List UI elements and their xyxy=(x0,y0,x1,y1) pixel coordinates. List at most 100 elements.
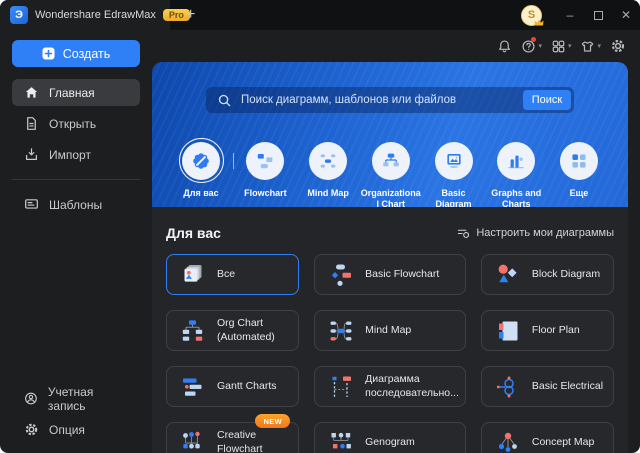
bell-icon xyxy=(499,39,511,52)
chevron-down-icon: ▾ xyxy=(597,43,601,50)
import-icon xyxy=(26,148,37,160)
search-bar[interactable]: Поиск xyxy=(206,87,574,113)
tshirt-icon xyxy=(582,40,594,52)
maximize-icon xyxy=(593,10,603,20)
new-tab-button[interactable]: + xyxy=(186,7,195,23)
gantt-charts-icon xyxy=(183,378,202,396)
category-basic-diagram[interactable]: Basic Diagram xyxy=(423,137,485,207)
flowchart-icon xyxy=(258,153,273,168)
category-flowchart[interactable]: Flowchart xyxy=(234,137,296,199)
sidebar-item-open[interactable]: Открыть xyxy=(12,110,140,137)
section-title: Для вас xyxy=(166,225,221,241)
sidebar: Создать Главная Открыть Импорт Шаблоны У… xyxy=(0,30,152,453)
basic-electrical-icon xyxy=(496,376,514,397)
create-button[interactable]: Создать xyxy=(12,40,140,67)
category-label: Mind Map xyxy=(307,188,349,198)
customize-label: Настроить мои диаграммы xyxy=(476,227,614,239)
apps-menu-button[interactable]: ▾ xyxy=(551,39,572,54)
sidebar-divider xyxy=(12,179,140,180)
app-title: Wondershare EdrawMax xyxy=(35,9,156,21)
mind-map-icon xyxy=(320,153,336,168)
card-basic-electrical[interactable]: Basic Electrical xyxy=(480,366,614,407)
all-templates-icon xyxy=(184,264,202,282)
mind-map-card-icon xyxy=(330,321,352,340)
concept-map-icon xyxy=(498,432,517,452)
bar-chart-icon xyxy=(508,155,524,168)
templates-icon xyxy=(25,199,38,209)
card-label: Genogram xyxy=(365,435,415,448)
card-sequence-diagram[interactable]: Диаграмма последовательно... xyxy=(314,366,466,407)
card-block-diagram[interactable]: Block Diagram xyxy=(480,254,614,295)
notifications-button[interactable] xyxy=(497,39,512,54)
card-label: Concept Map xyxy=(531,435,595,448)
maximize-button[interactable] xyxy=(584,0,612,30)
org-chart-icon xyxy=(383,153,399,166)
sidebar-item-home[interactable]: Главная xyxy=(12,79,140,106)
card-basic-flowchart[interactable]: Basic Flowchart xyxy=(314,254,466,295)
card-all-templates[interactable]: Все xyxy=(166,254,300,295)
category-label: Для вас xyxy=(183,188,219,198)
sidebar-item-account[interactable]: Учетная запись xyxy=(12,385,140,413)
create-label: Создать xyxy=(62,46,111,61)
app-window: Э Wondershare EdrawMax Pro + S – ✕ ▾ ▾ ▾… xyxy=(0,0,640,453)
sequence-diagram-icon xyxy=(332,376,352,397)
notification-dot xyxy=(530,36,536,42)
gear-icon xyxy=(25,423,38,436)
card-label: Creative Flowchart xyxy=(217,429,263,453)
search-icon xyxy=(218,94,231,106)
card-gantt-charts[interactable]: Gantt Charts xyxy=(166,366,300,407)
document-icon xyxy=(27,117,36,130)
sidebar-item-label: Импорт xyxy=(49,147,91,162)
hero-banner: Поиск Для вас xyxy=(152,62,628,207)
card-concept-map[interactable]: Concept Map xyxy=(480,422,614,453)
sidebar-item-options[interactable]: Опция xyxy=(12,416,140,443)
account-icon xyxy=(25,392,37,405)
customize-diagrams-button[interactable]: Настроить мои диаграммы xyxy=(457,227,614,240)
category-for-you[interactable]: Для вас xyxy=(170,137,232,199)
card-floor-plan[interactable]: Floor Plan xyxy=(480,310,614,351)
user-avatar[interactable]: S xyxy=(521,4,544,26)
help-menu-button[interactable]: ▾ xyxy=(521,36,542,54)
minimize-glyph: – xyxy=(566,8,574,22)
chevron-down-icon: ▾ xyxy=(538,43,542,50)
minimize-button[interactable]: – xyxy=(556,0,584,30)
search-input[interactable] xyxy=(239,93,515,107)
topbar-icon-strip: ▾ ▾ ▾ xyxy=(497,30,626,62)
card-label: Basic Flowchart xyxy=(365,267,440,280)
floor-plan-icon xyxy=(498,321,518,340)
card-label: Gantt Charts xyxy=(217,379,277,392)
category-label: Basic Diagram xyxy=(435,188,472,207)
category-org-chart[interactable]: Organizational Chart xyxy=(360,137,422,207)
chevron-down-icon: ▾ xyxy=(567,43,572,50)
card-org-chart-automated[interactable]: Org Chart (Automated) xyxy=(166,310,300,351)
more-grid-icon xyxy=(572,153,586,168)
card-genogram[interactable]: Genogram xyxy=(314,422,466,453)
content-area: Для вас Настроить мои диаграммы Все Basi… xyxy=(152,225,628,453)
category-mind-map[interactable]: Mind Map xyxy=(297,137,359,199)
card-creative-flowchart[interactable]: NEW Creative Flowchart xyxy=(166,414,300,453)
crown-badge-icon xyxy=(534,19,544,25)
main-panel: Поиск Для вас xyxy=(152,62,628,453)
for-you-icon xyxy=(193,152,209,169)
category-more[interactable]: Еще xyxy=(548,137,610,199)
card-label: Mind Map xyxy=(365,323,412,336)
home-icon xyxy=(25,87,38,98)
close-button[interactable]: ✕ xyxy=(612,0,640,30)
card-mind-map[interactable]: Mind Map xyxy=(314,310,466,351)
sidebar-item-import[interactable]: Импорт xyxy=(12,141,140,168)
card-label: Org Chart (Automated) xyxy=(217,317,275,343)
card-label: Block Diagram xyxy=(531,267,601,280)
new-badge: NEW xyxy=(255,414,291,428)
search-button[interactable]: Поиск xyxy=(523,90,571,110)
sidebar-item-label: Опция xyxy=(49,422,85,437)
sidebar-item-label: Открыть xyxy=(49,116,97,131)
close-icon: ✕ xyxy=(620,8,632,22)
category-label: Graphs and Charts xyxy=(491,188,542,207)
sidebar-item-templates[interactable]: Шаблоны xyxy=(12,191,140,218)
category-graphs-charts[interactable]: Graphs and Charts xyxy=(485,137,547,207)
theme-menu-button[interactable]: ▾ xyxy=(580,39,601,54)
sidebar-item-label: Шаблоны xyxy=(49,197,103,212)
app-tab[interactable]: Э Wondershare EdrawMax Pro xyxy=(0,0,190,30)
genogram-icon xyxy=(331,432,352,448)
settings-button[interactable] xyxy=(610,38,626,54)
